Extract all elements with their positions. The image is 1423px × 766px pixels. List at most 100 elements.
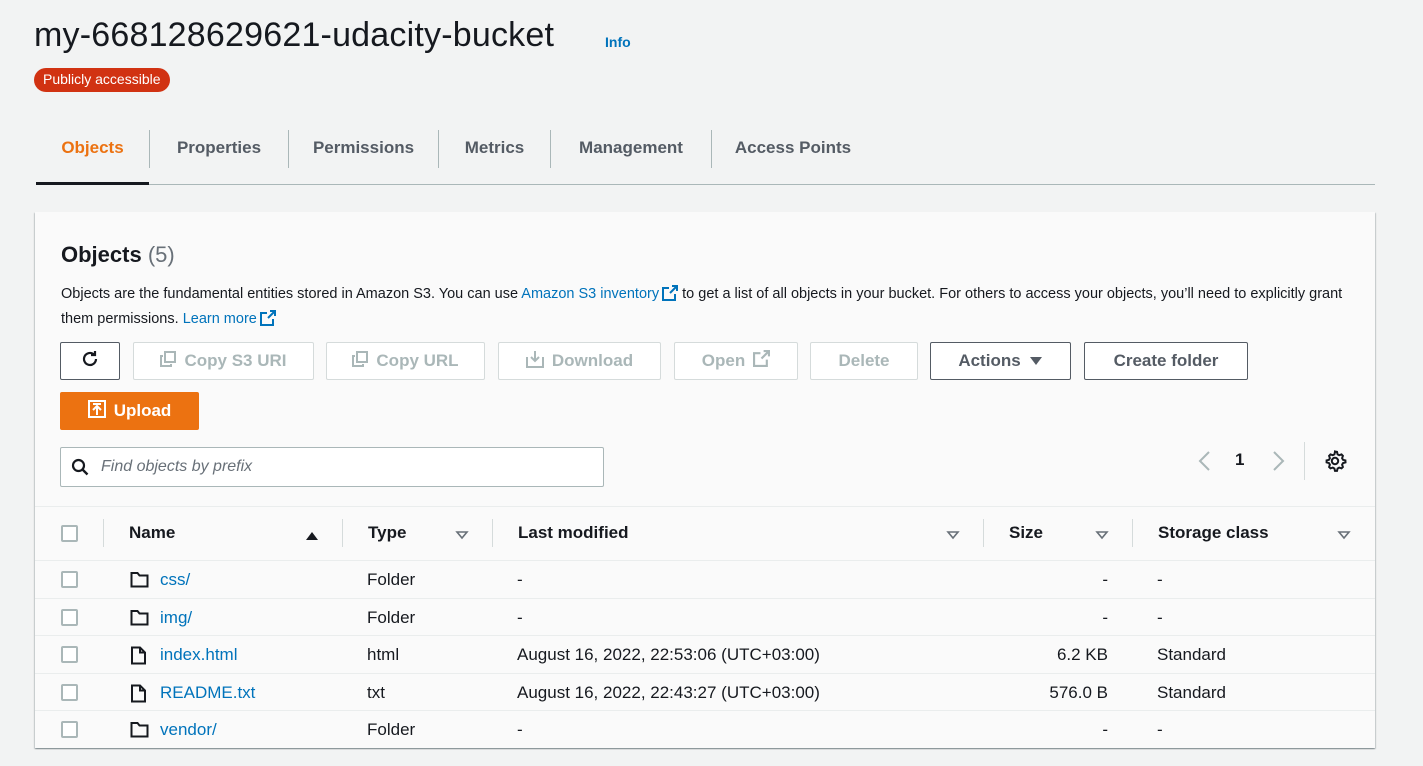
select-all-checkbox[interactable] bbox=[61, 525, 78, 542]
object-last-modified: August 16, 2022, 22:53:06 (UTC+03:00) bbox=[517, 645, 820, 665]
object-storage-class: Standard bbox=[1157, 682, 1226, 702]
table-row[interactable]: css/ Folder - - - bbox=[35, 561, 1375, 599]
row-checkbox[interactable] bbox=[61, 683, 78, 701]
table-row[interactable]: index.html html August 16, 2022, 22:53:0… bbox=[35, 636, 1375, 674]
settings-gear-icon[interactable] bbox=[1323, 449, 1347, 473]
object-last-modified: August 16, 2022, 22:43:27 (UTC+03:00) bbox=[517, 682, 820, 702]
folder-icon bbox=[130, 609, 149, 631]
external-link-icon bbox=[753, 350, 771, 372]
previous-page-icon[interactable] bbox=[1194, 449, 1216, 473]
copy-s3-uri-button[interactable]: Copy S3 URI bbox=[133, 342, 314, 380]
download-button[interactable]: Download bbox=[498, 342, 661, 380]
search-icon bbox=[71, 458, 89, 481]
search-input[interactable] bbox=[101, 454, 591, 480]
table-row[interactable]: README.txt txt August 16, 2022, 22:43:27… bbox=[35, 674, 1375, 712]
column-header-name[interactable]: Name bbox=[129, 523, 175, 543]
description-text-1: Objects are the fundamental entities sto… bbox=[61, 286, 522, 302]
next-page-icon[interactable] bbox=[1267, 449, 1289, 473]
open-button[interactable]: Open bbox=[674, 342, 798, 380]
access-status-badge: Publicly accessible bbox=[34, 68, 170, 92]
sort-caret-icon[interactable] bbox=[1337, 527, 1351, 545]
object-name-link[interactable]: index.html bbox=[160, 645, 237, 665]
open-label: Open bbox=[701, 351, 746, 370]
download-label: Download bbox=[551, 351, 634, 370]
refresh-icon bbox=[80, 349, 100, 374]
sort-ascending-icon[interactable] bbox=[305, 528, 319, 546]
copy-icon bbox=[160, 350, 177, 372]
search-box bbox=[60, 447, 604, 487]
object-type: Folder bbox=[367, 607, 416, 627]
upload-button[interactable]: Upload bbox=[60, 392, 199, 430]
folder-icon bbox=[130, 571, 149, 593]
row-checkbox[interactable] bbox=[61, 608, 78, 626]
sort-caret-icon[interactable] bbox=[946, 527, 960, 545]
object-size: - bbox=[1102, 607, 1108, 627]
table-row[interactable]: vendor/ Folder - - - bbox=[35, 711, 1375, 749]
object-type: txt bbox=[367, 682, 385, 702]
table-header: Name Type Last modified Size Storage cla… bbox=[35, 506, 1375, 561]
row-checkbox[interactable] bbox=[61, 721, 78, 739]
column-header-type[interactable]: Type bbox=[368, 523, 406, 543]
panel-heading: Objects (5) bbox=[61, 242, 175, 268]
row-checkbox[interactable] bbox=[61, 571, 78, 588]
object-name-link[interactable]: vendor/ bbox=[160, 720, 217, 740]
column-divider bbox=[983, 519, 984, 547]
delete-button[interactable]: Delete bbox=[810, 342, 918, 380]
external-link-icon bbox=[259, 309, 276, 326]
object-size: 6.2 KB bbox=[1056, 645, 1108, 665]
object-storage-class: Standard bbox=[1157, 645, 1226, 665]
copy-url-label: Copy URL bbox=[376, 351, 459, 370]
info-link[interactable]: Info bbox=[605, 34, 631, 50]
sort-caret-icon[interactable] bbox=[1095, 527, 1109, 545]
object-storage-class: - bbox=[1157, 607, 1163, 627]
object-type: html bbox=[367, 645, 400, 665]
copy-url-button[interactable]: Copy URL bbox=[326, 342, 485, 380]
panel-description: Objects are the fundamental entities sto… bbox=[61, 282, 1351, 331]
object-size: - bbox=[1102, 720, 1108, 740]
caret-down-icon bbox=[1029, 351, 1043, 371]
object-name-link[interactable]: img/ bbox=[160, 608, 192, 628]
object-type: Folder bbox=[367, 720, 416, 740]
tab-metrics[interactable]: Metrics bbox=[439, 128, 550, 184]
row-checkbox[interactable] bbox=[61, 646, 78, 664]
sort-caret-icon[interactable] bbox=[455, 527, 469, 545]
object-name-link[interactable]: README.txt bbox=[160, 683, 255, 703]
actions-dropdown-button[interactable]: Actions bbox=[930, 342, 1071, 380]
current-page-number[interactable]: 1 bbox=[1235, 450, 1244, 470]
object-last-modified: - bbox=[517, 607, 523, 627]
object-type: Folder bbox=[367, 570, 416, 589]
inventory-link[interactable]: Amazon S3 inventory bbox=[521, 286, 659, 302]
external-link-icon bbox=[662, 285, 679, 301]
file-icon bbox=[130, 684, 147, 708]
column-header-size[interactable]: Size bbox=[1009, 523, 1043, 543]
tab-properties[interactable]: Properties bbox=[150, 128, 288, 184]
object-last-modified: - bbox=[517, 570, 523, 589]
column-divider bbox=[1132, 519, 1133, 547]
object-last-modified: - bbox=[517, 720, 523, 740]
object-count: (5) bbox=[147, 242, 175, 267]
column-header-last-modified[interactable]: Last modified bbox=[518, 523, 629, 543]
column-header-storage-class[interactable]: Storage class bbox=[1158, 523, 1269, 543]
copy-icon bbox=[352, 350, 369, 372]
table-row[interactable]: img/ Folder - - - bbox=[35, 599, 1375, 637]
object-name-link[interactable]: css/ bbox=[160, 570, 190, 590]
object-storage-class: - bbox=[1157, 720, 1163, 740]
delete-label: Delete bbox=[838, 351, 890, 370]
panel-heading-title: Objects bbox=[61, 242, 142, 267]
objects-panel: Objects (5) Objects are the fundamental … bbox=[35, 212, 1375, 748]
column-divider bbox=[342, 519, 343, 547]
objects-table: Name Type Last modified Size Storage cla… bbox=[35, 506, 1375, 749]
bucket-title: my-668128629621-udacity-bucket bbox=[34, 16, 555, 54]
create-folder-button[interactable]: Create folder bbox=[1084, 342, 1248, 380]
tab-permissions[interactable]: Permissions bbox=[289, 128, 438, 184]
tab-objects[interactable]: Objects bbox=[36, 128, 149, 185]
folder-icon bbox=[130, 721, 149, 743]
tab-access-points[interactable]: Access Points bbox=[712, 128, 874, 184]
upload-icon bbox=[87, 399, 106, 423]
object-storage-class: - bbox=[1157, 570, 1163, 589]
column-divider bbox=[492, 519, 493, 547]
tab-management[interactable]: Management bbox=[551, 128, 711, 184]
learn-more-link[interactable]: Learn more bbox=[183, 311, 257, 327]
tab-bar: Objects Properties Permissions Metrics M… bbox=[36, 128, 1375, 185]
refresh-button[interactable] bbox=[60, 342, 120, 380]
